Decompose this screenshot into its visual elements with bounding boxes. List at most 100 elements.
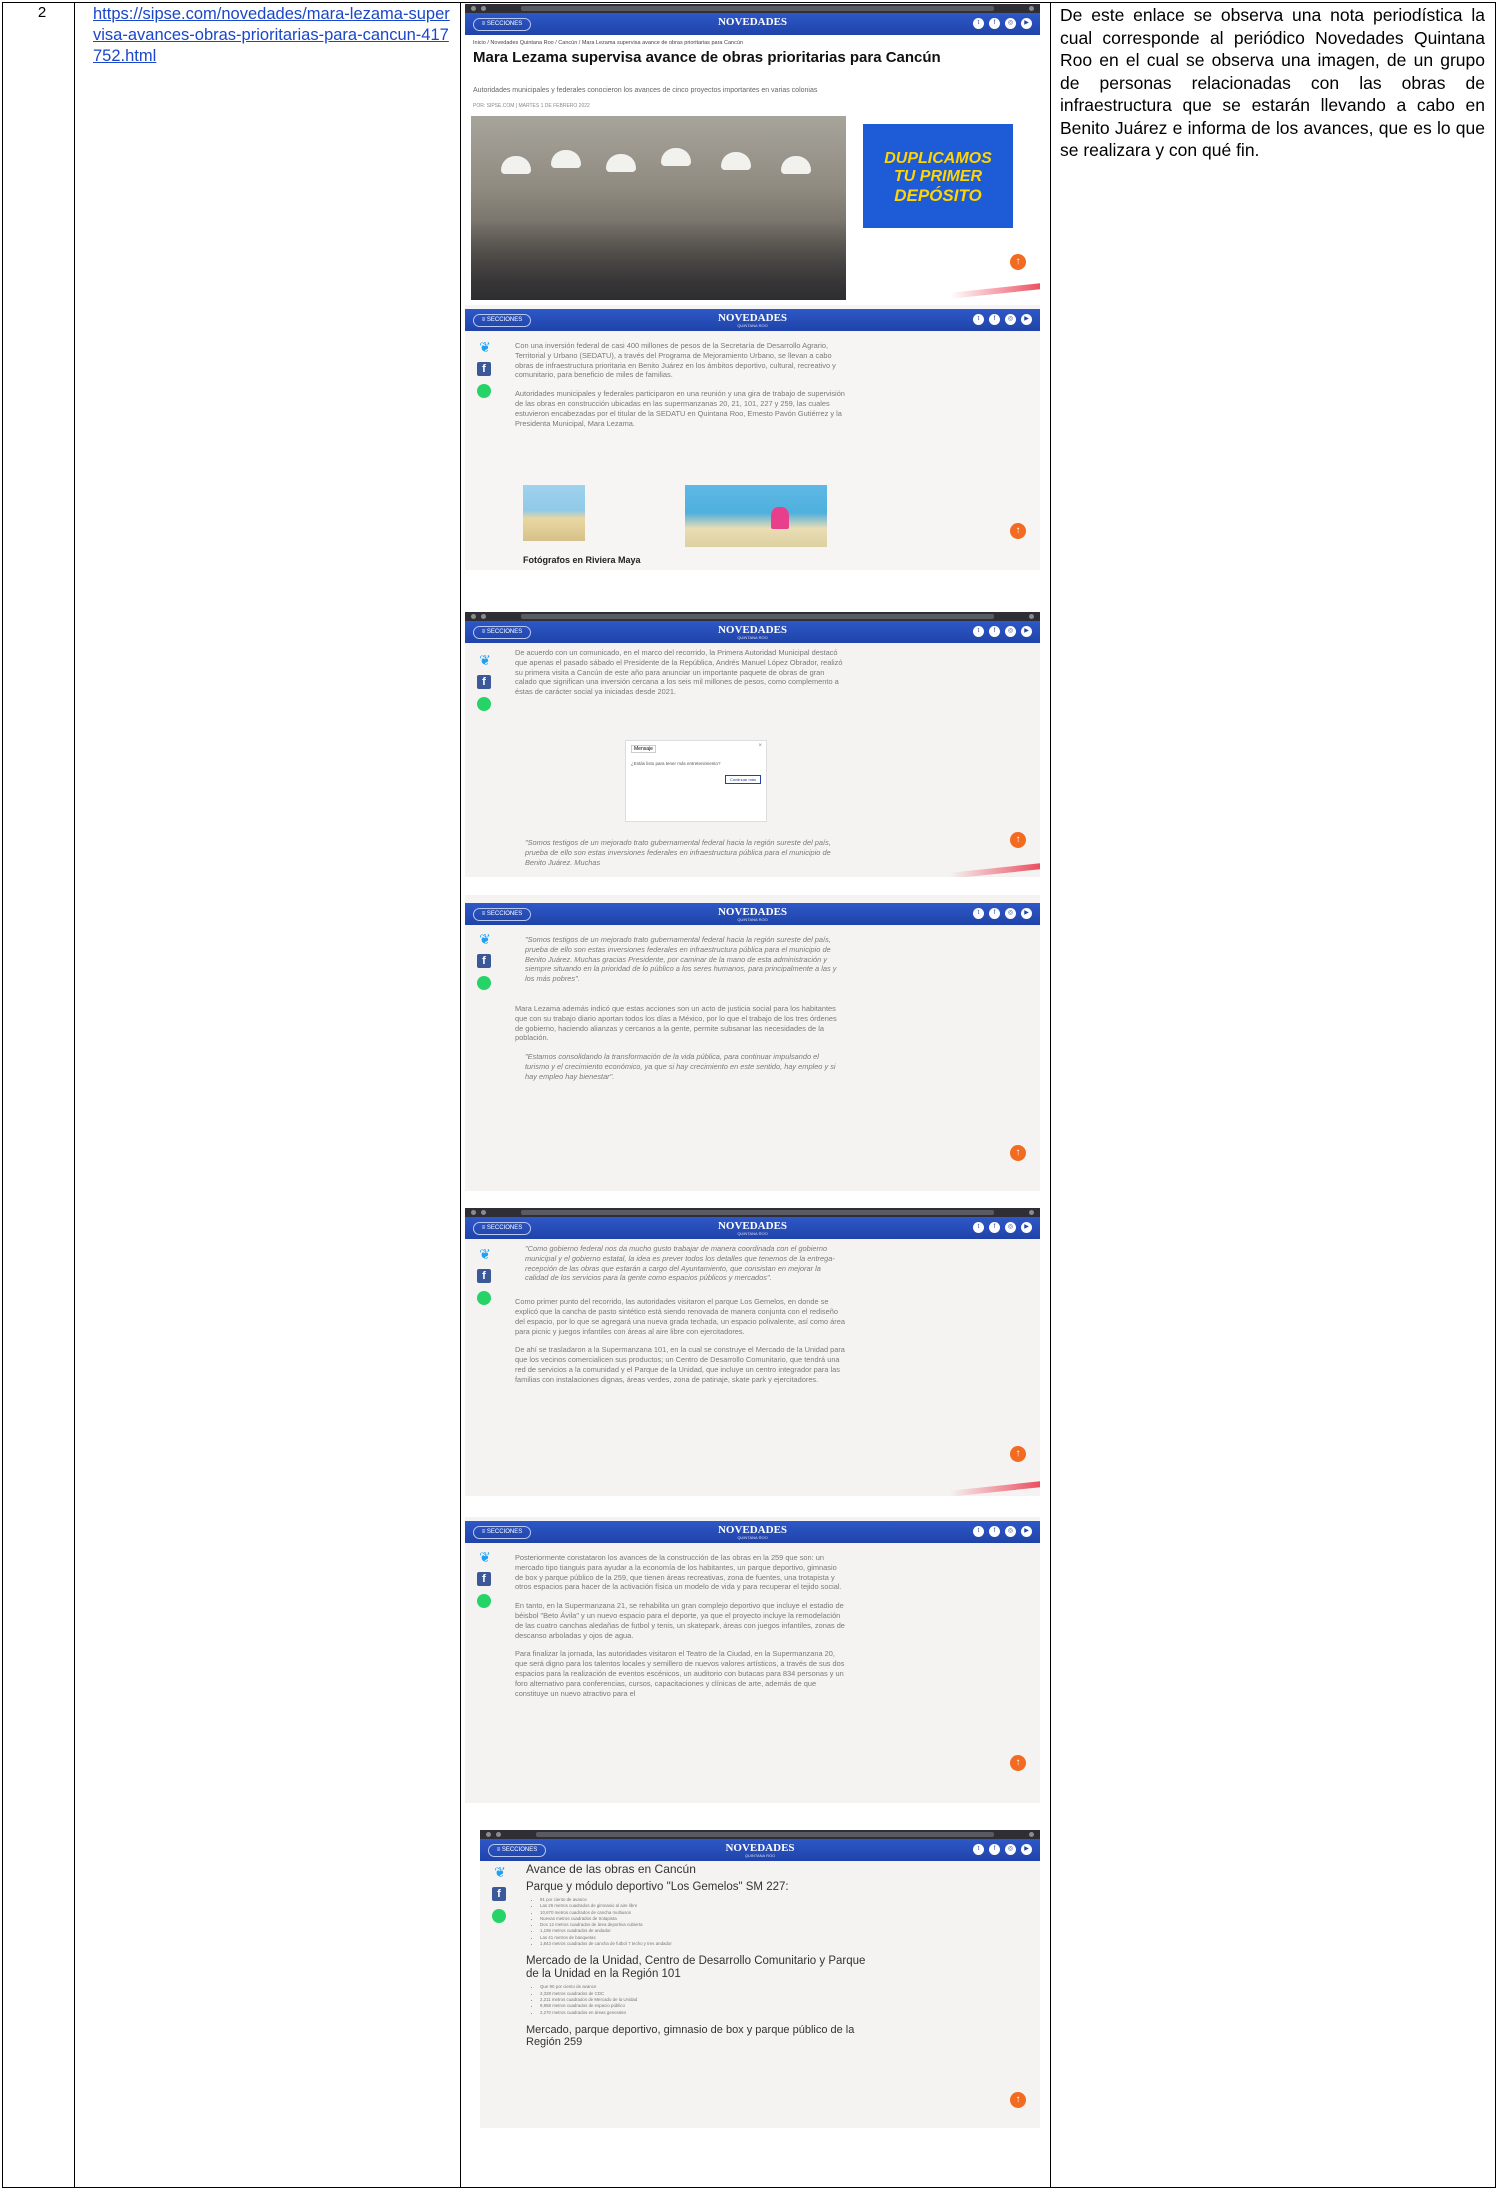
scroll-up-button[interactable]: ↑ [1010,523,1026,539]
scroll-up-button[interactable]: ↑ [1010,1145,1026,1161]
paragraph: Mara Lezama además indicó que estas acci… [515,1003,837,1043]
twitter-icon[interactable]: ❦ [492,1865,508,1879]
facebook-icon[interactable]: f [989,314,1000,325]
quote-text: "Como gobierno federal nos da mucho gust… [525,1244,835,1283]
twitter-icon[interactable]: ❦ [477,653,493,667]
youtube-icon[interactable]: ▶ [1021,1222,1032,1233]
facebook-icon[interactable]: f [477,362,491,376]
list-item: 2,270 metros cuadrados en áreas generale… [540,2010,866,2016]
instagram-icon[interactable]: ◎ [1005,1222,1016,1233]
youtube-icon[interactable]: ▶ [1021,908,1032,919]
facebook-icon[interactable]: f [989,908,1000,919]
decorative-stripe [950,283,1040,299]
section-heading: Parque y módulo deportivo "Los Gemelos" … [526,1881,789,1893]
social-icons: t f ◎ ▶ [973,18,1032,29]
twitter-icon[interactable]: t [973,314,984,325]
article-text: "Como gobierno federal nos da mucho gust… [515,1244,845,1394]
dialog-title: Mensaje [631,745,656,753]
whatsapp-icon[interactable] [477,1291,491,1305]
site-brand-sub: QUINTANA ROO [744,1853,776,1858]
facebook-icon[interactable]: f [477,1572,491,1586]
paragraph: En tanto, en la Supermanzana 21, se reha… [515,1601,845,1640]
paragraph: Posteriormente constataron los avances d… [515,1553,842,1592]
facebook-icon[interactable]: f [989,18,1000,29]
dialog-close-icon[interactable]: × [758,743,762,749]
youtube-icon[interactable]: ▶ [1021,1844,1032,1855]
article-text: De acuerdo con un comunicado, en el marc… [515,648,845,706]
row-number: 2 [37,4,47,21]
social-icons: t f ◎ ▶ [973,1844,1032,1855]
twitter-icon[interactable]: ❦ [477,1247,493,1261]
scroll-up-button[interactable]: ↑ [1010,254,1026,270]
ad-thumbnail-right[interactable] [685,485,827,547]
youtube-icon[interactable]: ▶ [1021,18,1032,29]
youtube-icon[interactable]: ▶ [1021,314,1032,325]
facebook-icon[interactable]: f [989,1222,1000,1233]
facebook-icon[interactable]: f [989,626,1000,637]
article-text: Con una inversión federal de casi 400 mi… [515,341,845,437]
instagram-icon[interactable]: ◎ [1005,626,1016,637]
article-subhead: Autoridades municipales y federales cono… [473,87,818,94]
twitter-icon[interactable]: t [973,18,984,29]
ad-line: DUPLICAMOS [884,150,992,167]
column-divider [460,2,461,2188]
facebook-icon[interactable]: f [477,954,491,968]
whatsapp-icon[interactable] [477,384,491,398]
facebook-icon[interactable]: f [989,1526,1000,1537]
instagram-icon[interactable]: ◎ [1005,1526,1016,1537]
quote-text: "Estamos consolidando la transformación … [525,1052,836,1081]
list-item: 1,843 metros cuadrados de cancha de futb… [540,1941,866,1947]
twitter-icon[interactable]: t [973,1526,984,1537]
site-brand-sub: QUINTANA ROO [737,917,768,922]
site-brand-sub: QUINTANA ROO [737,323,768,328]
scroll-up-button[interactable]: ↑ [1010,2092,1026,2108]
whatsapp-icon[interactable] [477,976,491,990]
scroll-up-button[interactable]: ↑ [1010,1446,1026,1462]
twitter-icon[interactable]: t [973,626,984,637]
browser-bar [465,612,1040,621]
decorative-stripe [950,863,1040,877]
screenshot-article-body-3: ≡ SECCIONES NOVEDADES QUINTANA ROO t f ◎ ▶ … [465,895,1040,1191]
whatsapp-icon[interactable] [477,1594,491,1608]
twitter-icon[interactable]: ❦ [477,932,493,946]
youtube-icon[interactable]: ▶ [1021,1526,1032,1537]
screenshot-article-body-2: ≡ SECCIONES NOVEDADES QUINTANA ROO t f ◎ ▶ … [465,612,1040,877]
dialog-button[interactable]: Continuar más [724,775,761,784]
screenshot-article-body-1: ≡ SECCIONES NOVEDADES QUINTANA ROO t f ◎ ▶ … [465,305,1040,570]
facebook-icon[interactable]: f [989,1844,1000,1855]
paragraph: De acuerdo con un comunicado, en el marc… [515,648,843,697]
twitter-icon[interactable]: t [973,908,984,919]
site-brand-sub: QUINTANA ROO [737,1231,768,1236]
instagram-icon[interactable]: ◎ [1005,314,1016,325]
facebook-icon[interactable]: f [477,675,491,689]
share-bar: ❦ f [477,932,493,990]
source-link[interactable]: https://sipse.com/novedades/mara-lezama-… [93,4,453,67]
twitter-icon[interactable]: t [973,1222,984,1233]
twitter-icon[interactable]: t [973,1844,984,1855]
scroll-up-button[interactable]: ↑ [1010,1755,1026,1771]
scroll-up-button[interactable]: ↑ [1010,832,1026,848]
facebook-icon[interactable]: f [477,1269,491,1283]
site-nav: ≡ SECCIONES NOVEDADES QUINTANA ROO t f ◎ ▶ [465,903,1040,925]
ad-banner[interactable]: DUPLICAMOS TU PRIMER DEPÓSITO [863,124,1013,228]
site-nav: ≡ SECCIONES NOVEDADES QUINTANA ROO t f ◎ ▶ [465,1217,1040,1239]
site-nav: ≡ SECCIONES NOVEDADES QUINTANA ROO t f ◎ ▶ [480,1839,1040,1861]
byline: POR: SIPSE.COM | MARTES 1 DE FEBRERO 202… [473,103,590,109]
whatsapp-icon[interactable] [477,697,491,711]
article-text: Posteriormente constataron los avances d… [515,1553,845,1707]
facebook-icon[interactable]: f [492,1887,506,1901]
youtube-icon[interactable]: ▶ [1021,626,1032,637]
instagram-icon[interactable]: ◎ [1005,908,1016,919]
section-heading: Avance de las obras en Cancún [526,1862,696,1876]
ad-thumbnail-left[interactable] [523,485,585,541]
instagram-icon[interactable]: ◎ [1005,18,1016,29]
site-nav: ≡ SECCIONES NOVEDADES QUINTANA ROO t f ◎ ▶ [465,1521,1040,1543]
instagram-icon[interactable]: ◎ [1005,1844,1016,1855]
site-nav: ≡ SECCIONES NOVEDADES t f ◎ ▶ [465,13,1040,35]
twitter-icon[interactable]: ❦ [477,340,493,354]
twitter-icon[interactable]: ❦ [477,1550,493,1564]
section-heading: Mercado de la Unidad, Centro de Desarrol… [526,1955,866,1981]
whatsapp-icon[interactable] [492,1909,506,1923]
dialog-question: ¿Estás listo para tener más entretenimie… [631,761,721,766]
site-nav: ≡ SECCIONES NOVEDADES QUINTANA ROO t f ◎ ▶ [465,621,1040,643]
